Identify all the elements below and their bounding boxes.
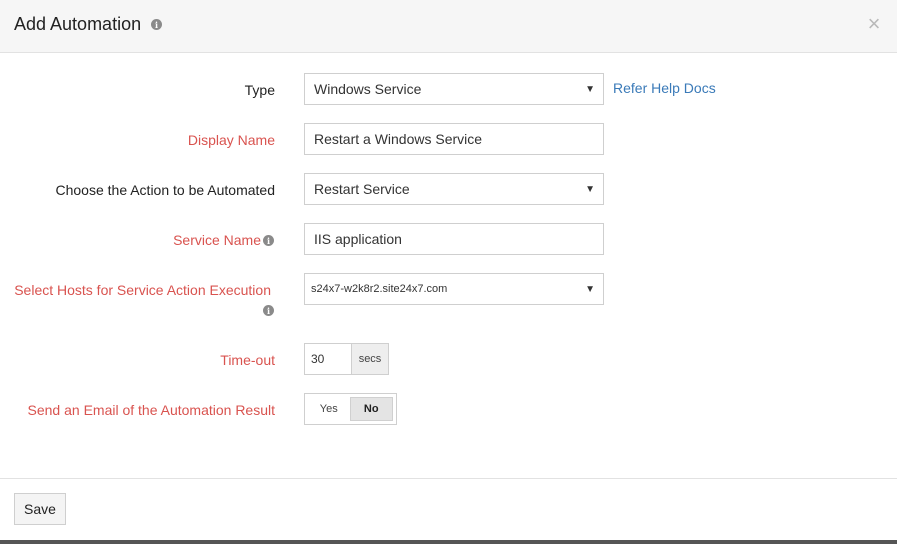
type-select[interactable]: Windows Service ▼ xyxy=(304,73,604,105)
email-toggle-yes[interactable]: Yes xyxy=(308,397,350,421)
info-icon[interactable]: i xyxy=(263,305,274,316)
bottom-edge xyxy=(0,540,897,544)
service-name-input[interactable]: IIS application xyxy=(304,223,604,255)
hosts-label: Select Hosts for Service Action Executio… xyxy=(14,282,271,298)
dialog-header: Add Automation i × xyxy=(0,0,897,53)
email-toggle[interactable]: Yes No xyxy=(304,393,397,425)
action-label: Choose the Action to be Automated xyxy=(55,182,276,198)
email-label: Send an Email of the Automation Result xyxy=(27,402,275,418)
info-icon[interactable]: i xyxy=(263,235,274,246)
caret-down-icon: ▼ xyxy=(585,284,595,295)
hosts-select-value: s24x7-w2k8r2.site24x7.com xyxy=(311,283,448,295)
type-label: Type xyxy=(244,82,275,98)
timeout-input[interactable]: 30 xyxy=(304,343,351,375)
timeout-value: 30 xyxy=(311,352,325,366)
timeout-unit: secs xyxy=(351,343,389,375)
caret-down-icon: ▼ xyxy=(585,184,595,195)
caret-down-icon: ▼ xyxy=(585,84,595,95)
action-select-value: Restart Service xyxy=(314,181,410,197)
dialog-title: Add Automation xyxy=(14,14,142,34)
service-name-value: IIS application xyxy=(314,231,402,247)
service-name-label: Service Name xyxy=(173,232,261,248)
hosts-select[interactable]: s24x7-w2k8r2.site24x7.com ▼ xyxy=(304,273,604,305)
type-select-value: Windows Service xyxy=(314,81,422,97)
footer-divider xyxy=(0,478,897,479)
info-icon[interactable]: i xyxy=(151,19,162,30)
display-name-input[interactable]: Restart a Windows Service xyxy=(304,123,604,155)
display-name-label: Display Name xyxy=(187,132,275,148)
save-button[interactable]: Save xyxy=(14,493,66,525)
action-select[interactable]: Restart Service ▼ xyxy=(304,173,604,205)
display-name-value: Restart a Windows Service xyxy=(314,131,483,147)
refer-help-docs-link[interactable]: Refer Help Docs xyxy=(613,80,716,96)
close-icon[interactable]: × xyxy=(864,12,884,36)
email-toggle-no[interactable]: No xyxy=(349,397,393,421)
timeout-label: Time-out xyxy=(220,352,275,368)
